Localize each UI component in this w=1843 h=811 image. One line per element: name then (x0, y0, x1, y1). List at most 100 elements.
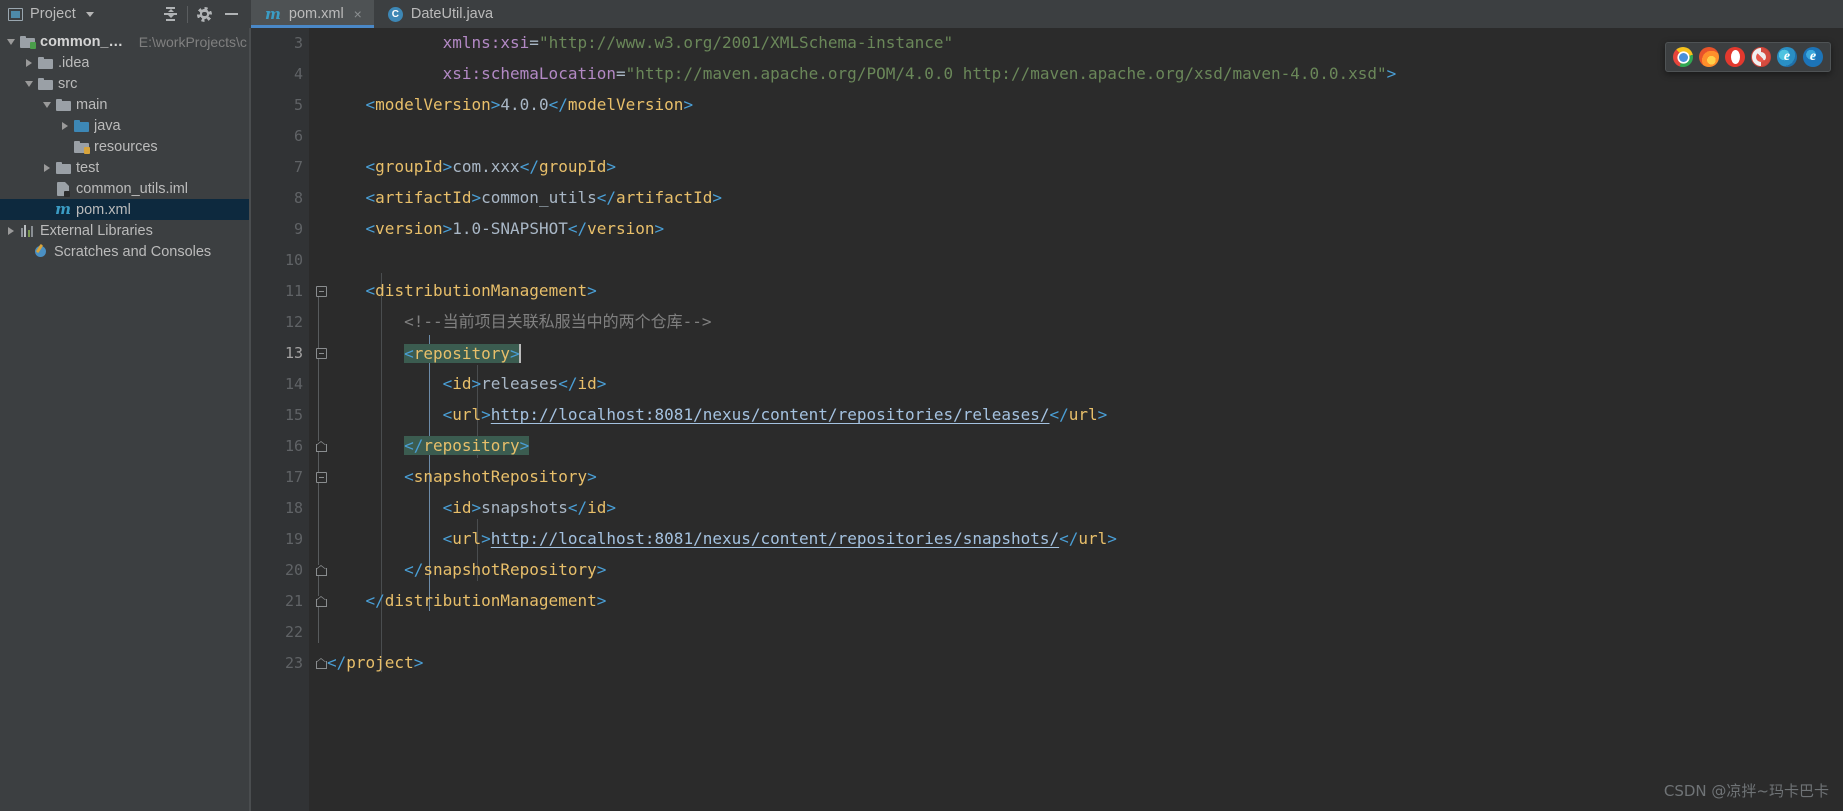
java-class-icon: C (387, 6, 403, 22)
line-content: <distributionManagement> (365, 281, 597, 301)
project-icon (8, 7, 23, 21)
editor-row[interactable]: 12 <!--当前项目关联私服当中的两个仓库--> (251, 307, 1843, 338)
line-content: </snapshotRepository> (404, 560, 607, 580)
editor-row[interactable]: 19 <url>http://localhost:8081/nexus/cont… (251, 524, 1843, 555)
maven-file-icon: m (265, 4, 281, 23)
expand-arrow-icon[interactable] (22, 80, 36, 87)
line-content: <modelVersion>4.0.0</modelVersion> (365, 95, 694, 115)
tree-node-pom-xml[interactable]: m pom.xml (0, 199, 251, 220)
line-content: <id>snapshots</id> (442, 498, 617, 518)
tree-node-src[interactable]: src (0, 73, 251, 94)
project-tree-panel[interactable]: common_utils E:\workProjects\co .idea sr (0, 28, 251, 811)
line-number: 9 (293, 220, 303, 239)
tree-node-resources[interactable]: resources (0, 136, 251, 157)
minimize-icon (225, 13, 238, 15)
collapse-all-icon (163, 7, 178, 21)
line-content: <version>1.0-SNAPSHOT</version> (365, 219, 665, 239)
editor-row[interactable]: 8 <artifactId>common_utils</artifactId> (251, 183, 1843, 214)
expand-arrow-icon[interactable] (40, 163, 54, 172)
hide-toolwindow-button[interactable] (218, 1, 245, 27)
editor-row[interactable]: 7 <groupId>com.xxx</groupId> (251, 152, 1843, 183)
edge-legacy-icon[interactable]: e (1777, 47, 1797, 67)
scratches-icon (32, 245, 50, 259)
edge-icon[interactable]: e (1803, 47, 1823, 67)
safari-icon[interactable] (1751, 47, 1771, 67)
line-number: 11 (284, 282, 303, 301)
tree-node-idea[interactable]: .idea (0, 52, 251, 73)
line-number: 21 (284, 592, 303, 611)
line-content: </distributionManagement> (365, 591, 607, 611)
project-toolwindow-title-group[interactable]: Project (8, 6, 94, 22)
opera-icon[interactable] (1725, 47, 1745, 67)
line-content: <id>releases</id> (442, 374, 607, 394)
editor-row[interactable]: 17 <snapshotRepository> (251, 462, 1843, 493)
line-number: 7 (293, 158, 303, 177)
tab-dateutil-java[interactable]: C DateUtil.java (374, 0, 503, 28)
settings-button[interactable] (191, 1, 218, 27)
fold-end-icon (315, 564, 327, 576)
editor-row[interactable]: 6 (251, 121, 1843, 152)
tree-node-external-libraries[interactable]: External Libraries (0, 220, 251, 241)
line-content: <groupId>com.xxx</groupId> (365, 157, 617, 177)
tree-node-common-utils[interactable]: common_utils E:\workProjects\co (0, 31, 251, 52)
chrome-icon[interactable] (1673, 47, 1693, 67)
editor-row[interactable]: 4 xsi:schemaLocation="http://maven.apach… (251, 59, 1843, 90)
expand-arrow-icon[interactable] (22, 58, 36, 67)
line-content: xmlns:xsi="http://www.w3.org/2001/XMLSch… (404, 33, 954, 53)
editor-lines[interactable]: 3 xmlns:xsi="http://www.w3.org/2001/XMLS… (251, 28, 1843, 811)
intellij-window: Project m pom.xml × C DateUtil.java comm… (0, 0, 1843, 811)
editor-row[interactable]: 22 (251, 617, 1843, 648)
editor-row[interactable]: 16 </repository> (251, 431, 1843, 462)
editor-row[interactable]: 5 <modelVersion>4.0.0</modelVersion> (251, 90, 1843, 121)
line-number: 4 (293, 65, 303, 84)
fold-open-icon (315, 285, 327, 297)
editor-row[interactable]: 14 <id>releases</id> (251, 369, 1843, 400)
tree-node-common-utils-iml[interactable]: common_utils.iml (0, 178, 251, 199)
tree-node-java[interactable]: java (0, 115, 251, 136)
line-content: <snapshotRepository> (404, 467, 597, 487)
editor-row[interactable]: 23 </project> (251, 648, 1843, 679)
editor-row-current[interactable]: 13 <repository> (251, 338, 1843, 369)
editor-row[interactable]: 15 <url>http://localhost:8081/nexus/cont… (251, 400, 1843, 431)
expand-arrow-icon[interactable] (40, 101, 54, 108)
editor-row[interactable]: 9 <version>1.0-SNAPSHOT</version> (251, 214, 1843, 245)
expand-arrow-icon[interactable] (4, 226, 18, 235)
editor-row[interactable]: 10 (251, 245, 1843, 276)
tree-node-test[interactable]: test (0, 157, 251, 178)
tab-pom-xml[interactable]: m pom.xml × (251, 0, 374, 28)
iml-file-icon (54, 181, 72, 197)
editor-row[interactable]: 21 </distributionManagement> (251, 586, 1843, 617)
collapse-all-button[interactable] (157, 1, 184, 27)
editor-tab-strip: m pom.xml × C DateUtil.java (251, 0, 1843, 28)
tree-node-label: common_utils (40, 33, 132, 50)
tree-node-label: src (58, 75, 78, 92)
toolbar-divider (187, 5, 188, 23)
tree-node-main[interactable]: main (0, 94, 251, 115)
project-toolwindow-title: Project (30, 6, 76, 22)
main-body: common_utils E:\workProjects\co .idea sr (0, 28, 1843, 811)
tab-label: DateUtil.java (410, 6, 494, 22)
line-number: 17 (284, 468, 303, 487)
editor-row[interactable]: 11 <distributionManagement> (251, 276, 1843, 307)
tree-node-label: pom.xml (76, 201, 131, 218)
line-number-current: 13 (284, 344, 303, 363)
tree-node-label: main (76, 96, 108, 113)
firefox-icon[interactable] (1699, 47, 1719, 67)
chevron-down-icon[interactable] (85, 11, 94, 17)
editor-row[interactable]: 3 xmlns:xsi="http://www.w3.org/2001/XMLS… (251, 28, 1843, 59)
editor-row[interactable]: 20 </snapshotRepository> (251, 555, 1843, 586)
expand-arrow-icon[interactable] (4, 38, 18, 45)
code-editor[interactable]: 3 xmlns:xsi="http://www.w3.org/2001/XMLS… (251, 28, 1843, 811)
editor-row[interactable]: 18 <id>snapshots</id> (251, 493, 1843, 524)
maven-file-icon: m (55, 200, 71, 218)
project-toolwindow-header: Project (0, 0, 251, 28)
expand-arrow-icon[interactable] (58, 121, 72, 130)
resources-folder-icon (72, 140, 90, 154)
url-link[interactable]: http://localhost:8081/nexus/content/repo… (491, 405, 1050, 424)
close-icon[interactable]: × (352, 7, 364, 21)
line-number: 3 (293, 34, 303, 53)
fold-open-icon (315, 347, 327, 359)
tree-node-scratches-and-consoles[interactable]: Scratches and Consoles (0, 241, 251, 262)
url-link[interactable]: http://localhost:8081/nexus/content/repo… (491, 529, 1059, 548)
tree-node-label: common_utils.iml (76, 180, 188, 197)
